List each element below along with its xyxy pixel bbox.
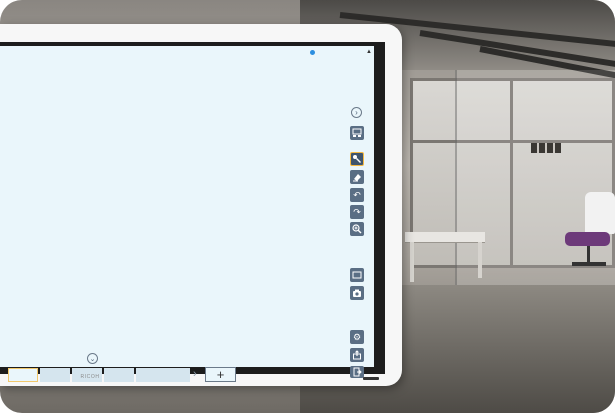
device-brand-label: RICOH	[80, 374, 100, 380]
table-leg	[478, 242, 482, 278]
share-button[interactable]	[350, 348, 364, 362]
page-thumbnail[interactable]	[40, 368, 70, 382]
screen-capture-button[interactable]	[350, 268, 364, 282]
chevron-down-icon: ⌄	[89, 355, 96, 363]
pen-tool-button[interactable]	[350, 152, 364, 166]
camera-button[interactable]	[350, 286, 364, 300]
eraser-button[interactable]	[350, 170, 364, 184]
wall-sign	[531, 143, 561, 153]
settings-button[interactable]: ⚙	[350, 330, 364, 344]
screen-icon	[352, 271, 362, 279]
redo-button[interactable]: ↷	[350, 205, 364, 219]
undo-icon: ↶	[353, 189, 361, 200]
whiteboard-screen: ▲ › ↶ ↷ ⚙ ⌄ › +	[0, 42, 385, 382]
table-leg	[410, 242, 414, 282]
add-page-button[interactable]: +	[205, 367, 236, 382]
office-chair-seat	[565, 232, 610, 246]
eraser-icon	[353, 174, 361, 182]
exit-icon	[353, 367, 362, 377]
office-chair-base	[572, 262, 606, 266]
plus-icon: +	[216, 367, 225, 382]
settings-icon: ⚙	[352, 331, 362, 342]
home-indicator	[363, 377, 379, 380]
page-bar-collapse-button[interactable]: ⌄	[87, 353, 98, 364]
office-table	[405, 232, 485, 242]
exit-button[interactable]	[350, 366, 364, 378]
undo-button[interactable]: ↶	[350, 188, 364, 202]
caret-up-icon[interactable]: ▲	[366, 49, 372, 55]
office-chair-back	[585, 192, 615, 234]
zoom-button[interactable]	[350, 222, 364, 236]
page-thumbnail[interactable]	[162, 368, 190, 382]
page-thumbnail-active[interactable]	[8, 368, 38, 382]
interactive-whiteboard: ▲ › ↶ ↷ ⚙ ⌄ › + RICOH	[0, 24, 402, 386]
chevron-right-icon: ›	[355, 108, 358, 117]
status-indicator	[310, 50, 315, 55]
drawing-canvas[interactable]: ▲ › ↶ ↷ ⚙ ⌄ › +	[0, 46, 374, 382]
share-icon	[353, 350, 361, 360]
toolbar-expand-button[interactable]: ›	[351, 107, 362, 118]
hand-pen-icon	[353, 155, 361, 163]
camera-icon	[353, 289, 361, 297]
photo-frame: ▲ › ↶ ↷ ⚙ ⌄ › + RICOH	[0, 0, 615, 413]
layout-icon	[352, 128, 362, 137]
layout-button[interactable]	[350, 126, 364, 140]
zoom-icon	[352, 224, 362, 234]
redo-icon: ↷	[353, 206, 361, 217]
next-page-icon[interactable]: ›	[193, 368, 197, 380]
